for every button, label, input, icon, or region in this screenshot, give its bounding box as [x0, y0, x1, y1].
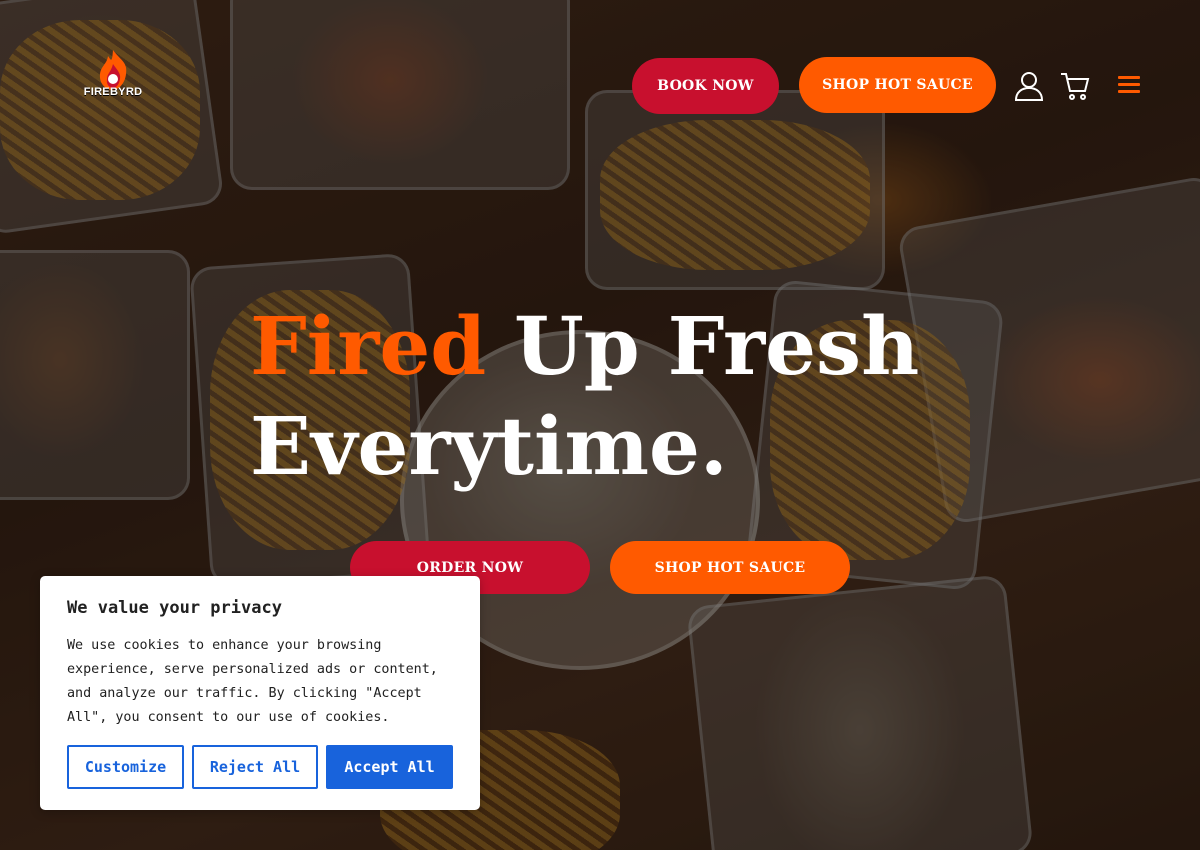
hero-title-line2: Everytime.	[250, 399, 728, 493]
hero-title-accent: Fired	[250, 299, 487, 393]
shop-hot-sauce-hero-button[interactable]: SHOP HOT SAUCE	[610, 541, 850, 594]
customize-button[interactable]: Customize	[67, 745, 184, 789]
logo-wordmark: FIREBYRD	[83, 86, 143, 98]
shop-hot-sauce-header-button[interactable]: SHOP HOT SAUCE	[799, 57, 996, 113]
book-now-button[interactable]: BOOK NOW	[632, 58, 779, 114]
accept-all-button[interactable]: Accept All	[326, 745, 453, 789]
firebyrd-logo[interactable]: FIREBYRD	[80, 48, 146, 120]
reject-all-button[interactable]: Reject All	[192, 745, 318, 789]
cookie-consent-banner: We value your privacy We use cookies to …	[40, 576, 480, 810]
hamburger-menu-icon[interactable]	[1118, 76, 1140, 94]
cart-icon[interactable]	[1059, 70, 1091, 102]
user-icon[interactable]	[1013, 70, 1045, 102]
hero-title-rest: Up Fresh	[514, 299, 920, 393]
cookie-banner-title: We value your privacy	[67, 598, 282, 618]
cookie-banner-text: We use cookies to enhance your browsing …	[67, 638, 438, 725]
cookie-button-row: Customize Reject All Accept All	[67, 745, 453, 789]
hero-title: Fired Up Fresh Everytime.	[250, 296, 1010, 496]
